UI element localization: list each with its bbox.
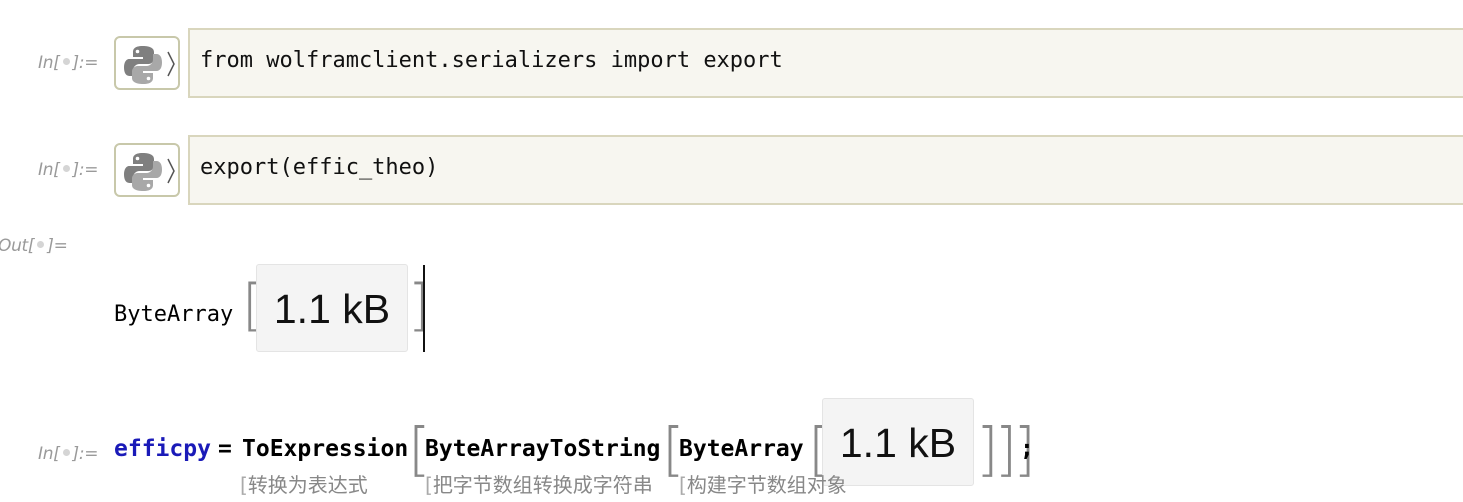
text-cursor bbox=[423, 265, 425, 352]
annotation-bytearraytostring: [把字节数组转换成字符串 bbox=[425, 469, 653, 498]
label-suffix: ]= bbox=[47, 236, 68, 256]
annotation-text: 转换为表达式 bbox=[247, 473, 368, 497]
chevron-right-icon bbox=[167, 51, 175, 77]
variable-efficpy[interactable]: efficpy bbox=[114, 436, 211, 462]
code-text[interactable]: export(effic_theo) bbox=[200, 155, 438, 180]
label-prefix: Out[ bbox=[0, 236, 35, 256]
cell-number-dot bbox=[37, 241, 45, 248]
python-evaluator-button[interactable] bbox=[114, 143, 180, 197]
cell-number-dot bbox=[62, 449, 70, 456]
label-prefix: In[ bbox=[38, 444, 60, 464]
python-logo-icon bbox=[124, 46, 162, 84]
python-input-cell[interactable]: export(effic_theo) bbox=[188, 135, 1463, 205]
bytearray-summary-box[interactable]: 1.1 kB bbox=[256, 264, 408, 352]
in3-label: In[ ]:= bbox=[38, 444, 99, 464]
func-bytearraytostring[interactable]: ByteArrayToString bbox=[425, 436, 660, 462]
func-toexpression[interactable]: ToExpression bbox=[242, 436, 408, 462]
out1-label: Out[ ]= bbox=[0, 236, 68, 256]
label-suffix: ]:= bbox=[72, 444, 99, 464]
in1-label: In[ ]:= bbox=[38, 53, 99, 73]
label-suffix: ]:= bbox=[72, 53, 99, 73]
cell-number-dot bbox=[62, 58, 70, 65]
annotation-tick: [ bbox=[425, 473, 433, 497]
python-evaluator-button[interactable] bbox=[114, 36, 180, 90]
annotation-toexpression: [转换为表达式 bbox=[240, 469, 368, 498]
python-input-cell[interactable]: from wolframclient.serializers import ex… bbox=[188, 28, 1463, 98]
semicolon: ; bbox=[1020, 436, 1034, 462]
close-bracket: ] bbox=[408, 273, 430, 338]
label-suffix: ]:= bbox=[72, 160, 99, 180]
label-prefix: In[ bbox=[38, 160, 60, 180]
chevron-right-icon bbox=[167, 158, 175, 184]
annotation-text: 把字节数组转换成字符串 bbox=[432, 473, 653, 497]
annotation-tick: [ bbox=[240, 473, 248, 497]
annotation-tick: [ bbox=[679, 473, 687, 497]
bytearray-head: ByteArray bbox=[114, 302, 234, 327]
func-bytearray[interactable]: ByteArray bbox=[679, 436, 804, 462]
equals-sign: = bbox=[218, 436, 232, 462]
code-text[interactable]: from wolframclient.serializers import ex… bbox=[200, 48, 783, 73]
label-prefix: In[ bbox=[38, 53, 60, 73]
annotation-bytearray: [构建字节数组对象 bbox=[679, 469, 847, 498]
in2-label: In[ ]:= bbox=[38, 160, 99, 180]
annotation-text: 构建字节数组对象 bbox=[686, 473, 847, 497]
cell-number-dot bbox=[62, 165, 70, 172]
python-logo-icon bbox=[124, 153, 162, 191]
